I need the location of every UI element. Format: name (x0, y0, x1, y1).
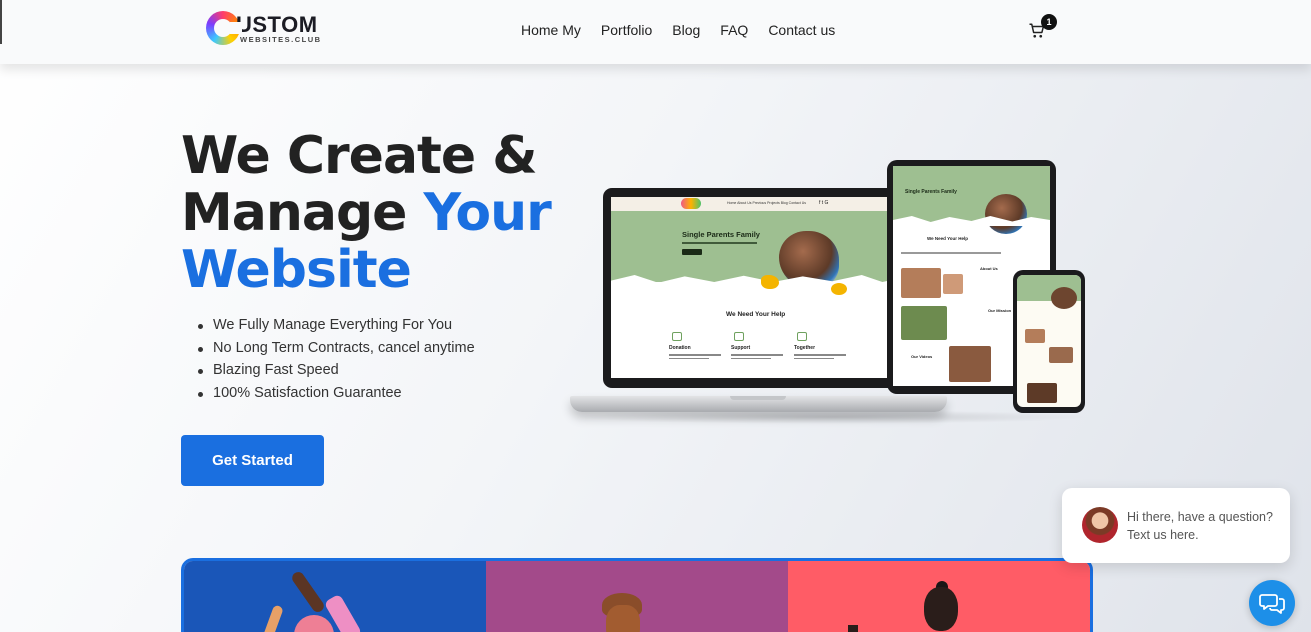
mockup-splash (761, 275, 779, 289)
hero-title-highlight: Your (423, 183, 552, 243)
get-started-button[interactable]: Get Started (181, 435, 324, 486)
mockup-splash (831, 283, 847, 295)
phone-image (1025, 329, 1045, 343)
banner-panel-coral (788, 561, 1090, 632)
tablet-about-title: About Us (980, 266, 998, 271)
phone-image (1049, 347, 1073, 363)
mockup-text-line (669, 357, 709, 359)
mockup-text-line (731, 357, 771, 359)
feature-list: We Fully Manage Everything For You No Lo… (196, 314, 475, 404)
nav-portfolio[interactable]: Portfolio (601, 22, 652, 38)
agent-avatar (1082, 507, 1118, 543)
phone-screen (1017, 275, 1081, 407)
mockup-nav: Home About Us Previous Projects Blog Con… (611, 197, 906, 211)
cart-count-badge: 1 (1041, 14, 1057, 30)
illustration-person-head (924, 587, 958, 631)
mockup-hero-button (682, 249, 702, 255)
mockup-shadow (570, 410, 1090, 424)
illustration-banner (181, 558, 1093, 632)
support-icon (734, 332, 744, 341)
nav-home[interactable]: Home My (521, 22, 581, 38)
tablet-image (943, 274, 963, 294)
tablet-image (901, 306, 947, 340)
nav-faq[interactable]: FAQ (720, 22, 748, 38)
laptop-mockup: Home About Us Previous Projects Blog Con… (603, 188, 914, 388)
mockup-text-line (794, 354, 846, 356)
mockup-hero-text (682, 242, 757, 244)
mockup-column-title: Donation (669, 345, 691, 351)
nav-contact[interactable]: Contact us (768, 22, 835, 38)
tablet-image (901, 268, 941, 298)
logo-c-mark (206, 11, 242, 45)
illustration-arm (289, 569, 327, 615)
logo-sub-text: WEBSITES.CLUB (240, 35, 322, 44)
banner-panel-purple (486, 561, 788, 632)
laptop-screen: Home About Us Previous Projects Blog Con… (611, 197, 906, 378)
donation-icon (672, 332, 682, 341)
tablet-text-line (901, 252, 1001, 254)
feature-item: Blazing Fast Speed (196, 359, 475, 382)
phone-notch (1037, 270, 1053, 274)
tablet-mission-title: Our Mission (988, 308, 1012, 313)
phone-mockup (1013, 270, 1085, 413)
chat-icon (1259, 594, 1285, 614)
mockup-text-line (731, 354, 783, 356)
mockup-logo (681, 198, 701, 209)
illustration-person-head (294, 615, 334, 632)
cart-button[interactable]: 1 (1028, 14, 1057, 44)
open-chat-button[interactable] (1249, 580, 1295, 626)
phone-image (1027, 383, 1057, 403)
hero-title-line2: Manage (181, 183, 424, 243)
mockup-text-line (794, 357, 834, 359)
mockup-column-title: Support (731, 345, 751, 351)
tablet-hero-title: Single Parents Family (905, 189, 957, 195)
mockup-hero-title: Single Parents Family (682, 230, 760, 239)
tablet-section-title: We Need Your Help (927, 236, 969, 241)
laptop-notch (730, 396, 786, 400)
tablet-family-photo (985, 194, 1027, 234)
tablet-videos-title: Our Videos (911, 354, 933, 359)
mockup-column: Support (731, 332, 789, 359)
feature-item: No Long Term Contracts, cancel anytime (196, 337, 475, 360)
site-logo[interactable]: USTOM WEBSITES.CLUB (206, 11, 322, 47)
chat-prompt-text: Hi there, have a question? Text us here. (1127, 510, 1273, 542)
feature-item: We Fully Manage Everything For You (196, 314, 475, 337)
hero-title: We Create & Manage Your Website (181, 126, 552, 300)
mockup-column: Together (794, 332, 852, 359)
illustration-arm (262, 604, 284, 632)
main-nav: Home My Portfolio Blog FAQ Contact us (521, 22, 835, 38)
mockup-text-line (669, 354, 721, 356)
illustration-person-head (606, 605, 640, 632)
together-icon (797, 332, 807, 341)
mockup-social-icons: f t G (819, 200, 829, 206)
tablet-image (949, 346, 991, 382)
mockup-section-title: We Need Your Help (726, 311, 786, 318)
feature-item: 100% Satisfaction Guarantee (196, 382, 475, 405)
nav-blog[interactable]: Blog (672, 22, 700, 38)
hero-title-line3: Website (181, 240, 412, 300)
illustration-hand (848, 625, 858, 632)
mockup-nav-links: Home About Us Previous Projects Blog Con… (727, 201, 806, 205)
chat-prompt-bubble[interactable]: Hi there, have a question? Text us here. (1062, 488, 1290, 563)
hero-title-line1: We Create & (181, 126, 538, 186)
banner-panel-blue (184, 561, 486, 632)
mockup-column-title: Together (794, 345, 816, 351)
phone-image (1051, 287, 1077, 309)
mockup-hero (611, 211, 906, 282)
mockup-column: Donation (669, 332, 727, 359)
site-header: USTOM WEBSITES.CLUB Home My Portfolio Bl… (0, 0, 1311, 64)
window-edge (0, 0, 2, 44)
device-mockup-image: Home About Us Previous Projects Blog Con… (570, 158, 1090, 428)
